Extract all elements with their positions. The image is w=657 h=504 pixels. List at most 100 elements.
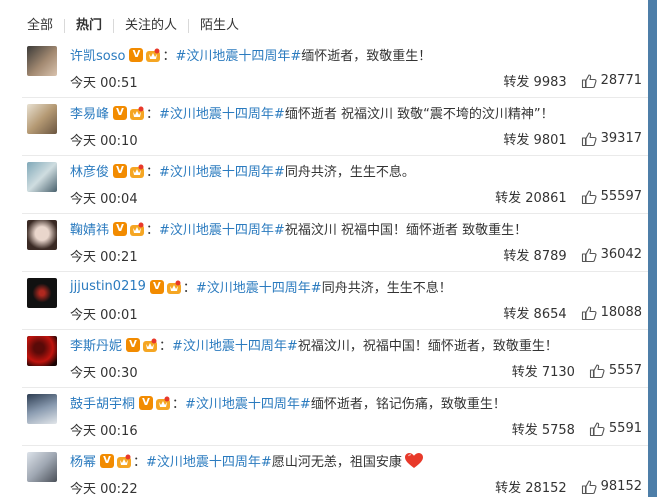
repost-button[interactable]: 转发 20861 xyxy=(495,187,567,206)
colon: ： xyxy=(146,107,160,122)
avatar[interactable] xyxy=(27,220,57,250)
vip-crown-icon xyxy=(146,48,161,62)
colon: ： xyxy=(146,223,160,238)
tab-hot[interactable]: 热门 xyxy=(64,19,113,33)
comment-text: 祝福汶川 祝福中国！缅怀逝者 致敬重生！ xyxy=(284,223,528,238)
comment-item: jjjustin0219 V ： #汶川地震十四周年# 同舟共济，生生不息！ 今… xyxy=(22,272,648,330)
verified-v-icon: V xyxy=(100,453,115,468)
tab-all[interactable]: 全部 xyxy=(27,19,64,33)
vip-crown-icon xyxy=(130,222,145,236)
comment-stats: 转发 9983 28771 xyxy=(503,71,642,90)
username[interactable]: 李斯丹妮 xyxy=(70,335,122,354)
timestamp: 今天 00:30 xyxy=(70,366,138,381)
avatar[interactable] xyxy=(27,452,57,482)
timestamp: 今天 00:21 xyxy=(70,250,138,265)
thumbs-up-icon[interactable] xyxy=(589,363,605,379)
topic-link[interactable]: #汶川地震十四周年# xyxy=(172,335,298,354)
username[interactable]: 李易峰 xyxy=(70,103,109,122)
username[interactable]: jjjustin0219 xyxy=(70,279,146,294)
topic-link[interactable]: #汶川地震十四周年# xyxy=(159,219,285,238)
comment-stats: 转发 9801 39317 xyxy=(503,129,642,148)
verified-v-icon: V xyxy=(139,395,154,410)
thumbs-up-icon[interactable] xyxy=(581,73,597,89)
verified-v-icon: V xyxy=(126,337,141,352)
username[interactable]: 杨幂 xyxy=(70,451,96,470)
topic-link[interactable]: #汶川地震十四周年# xyxy=(159,103,285,122)
comment-stats: 转发 7130 5557 xyxy=(512,361,642,380)
like-count: 5557 xyxy=(608,363,642,378)
comment-item: 许凯soso V ： #汶川地震十四周年# 缅怀逝者，致敬重生！ 今天 00:5… xyxy=(22,40,648,98)
topic-link[interactable]: #汶川地震十四周年# xyxy=(159,161,285,180)
like-count: 55597 xyxy=(600,189,642,204)
scrollbar[interactable] xyxy=(648,0,657,497)
timestamp: 今天 00:16 xyxy=(70,424,138,439)
repost-button[interactable]: 转发 7130 xyxy=(512,361,575,380)
vip-crown-icon xyxy=(117,454,132,468)
avatar[interactable] xyxy=(27,394,57,424)
vip-crown-icon xyxy=(143,338,158,352)
repost-button[interactable]: 转发 8654 xyxy=(503,303,566,322)
repost-button[interactable]: 转发 9801 xyxy=(503,129,566,148)
avatar[interactable] xyxy=(27,336,57,366)
colon: ： xyxy=(172,397,186,412)
comment-stats: 转发 8789 36042 xyxy=(503,245,642,264)
vip-crown-icon xyxy=(130,164,145,178)
comment-stats: 转发 20861 55597 xyxy=(495,187,642,206)
like-count: 39317 xyxy=(600,131,642,146)
comment-text: 同舟共济，生生不息。 xyxy=(284,165,415,180)
username[interactable]: 许凯soso xyxy=(70,45,125,64)
avatar[interactable] xyxy=(27,278,57,308)
heart-icon xyxy=(404,453,423,468)
colon: ： xyxy=(146,165,160,180)
comment-item: 林彦俊 V ： #汶川地震十四周年# 同舟共济，生生不息。 今天 00:04 转… xyxy=(22,156,648,214)
comment-line: 许凯soso V ： #汶川地震十四周年# 缅怀逝者，致敬重生！ xyxy=(70,45,431,64)
thumbs-up-icon[interactable] xyxy=(581,305,597,321)
comment-item: 李易峰 V ： #汶川地震十四周年# 缅怀逝者 祝福汶川 致敬“震不垮的汶川精神… xyxy=(22,98,648,156)
comment-text: 愿山河无恙，祖国安康 xyxy=(271,455,402,470)
tab-following[interactable]: 关注的人 xyxy=(113,19,188,33)
filter-tabs: 全部 热门 关注的人 陌生人 xyxy=(27,16,250,36)
avatar[interactable] xyxy=(27,46,57,76)
verified-v-icon: V xyxy=(129,47,144,62)
colon: ： xyxy=(162,49,176,64)
comment-item: 杨幂 V ： #汶川地震十四周年# 愿山河无恙，祖国安康 今天 00:22 转发… xyxy=(22,446,648,504)
topic-link[interactable]: #汶川地震十四周年# xyxy=(146,451,272,470)
colon: ： xyxy=(159,339,173,354)
thumbs-up-icon[interactable] xyxy=(581,247,597,263)
comment-line: 林彦俊 V ： #汶川地震十四周年# 同舟共济，生生不息。 xyxy=(70,161,415,180)
comment-text: 缅怀逝者，铭记伤痛，致敬重生！ xyxy=(310,397,506,412)
topic-link[interactable]: #汶川地震十四周年# xyxy=(196,277,322,296)
thumbs-up-icon[interactable] xyxy=(589,421,605,437)
comment-list: 许凯soso V ： #汶川地震十四周年# 缅怀逝者，致敬重生！ 今天 00:5… xyxy=(22,40,648,504)
thumbs-up-icon[interactable] xyxy=(581,131,597,147)
comment-text: 缅怀逝者 祝福汶川 致敬“震不垮的汶川精神”！ xyxy=(284,107,554,122)
vip-crown-icon xyxy=(156,396,171,410)
comment-item: 鼓手胡宇桐 V ： #汶川地震十四周年# 缅怀逝者，铭记伤痛，致敬重生！ 今天 … xyxy=(22,388,648,446)
avatar[interactable] xyxy=(27,162,57,192)
topic-link[interactable]: #汶川地震十四周年# xyxy=(185,393,311,412)
like-count: 98152 xyxy=(600,479,642,494)
timestamp: 今天 00:10 xyxy=(70,134,138,149)
tab-strangers[interactable]: 陌生人 xyxy=(188,19,250,33)
topic-link[interactable]: #汶川地震十四周年# xyxy=(175,45,301,64)
comment-text: 缅怀逝者，致敬重生！ xyxy=(301,49,432,64)
repost-button[interactable]: 转发 28152 xyxy=(495,477,567,496)
thumbs-up-icon[interactable] xyxy=(581,189,597,205)
repost-button[interactable]: 转发 8789 xyxy=(503,245,566,264)
comment-stats: 转发 28152 98152 xyxy=(495,477,642,496)
username[interactable]: 林彦俊 xyxy=(70,161,109,180)
thumbs-up-icon[interactable] xyxy=(581,479,597,495)
repost-button[interactable]: 转发 5758 xyxy=(512,419,575,438)
avatar[interactable] xyxy=(27,104,57,134)
like-count: 36042 xyxy=(600,247,642,262)
verified-v-icon: V xyxy=(113,221,128,236)
username[interactable]: 鞠婧祎 xyxy=(70,219,109,238)
username[interactable]: 鼓手胡宇桐 xyxy=(70,393,135,412)
comment-line: 李易峰 V ： #汶川地震十四周年# 缅怀逝者 祝福汶川 致敬“震不垮的汶川精神… xyxy=(70,103,554,122)
comment-stats: 转发 5758 5591 xyxy=(512,419,642,438)
colon: ： xyxy=(133,455,147,470)
comment-stats: 转发 8654 18088 xyxy=(503,303,642,322)
comment-line: 李斯丹妮 V ： #汶川地震十四周年# 祝福汶川，祝福中国！缅怀逝者，致敬重生！ xyxy=(70,335,558,354)
timestamp: 今天 00:04 xyxy=(70,192,138,207)
repost-button[interactable]: 转发 9983 xyxy=(503,71,566,90)
